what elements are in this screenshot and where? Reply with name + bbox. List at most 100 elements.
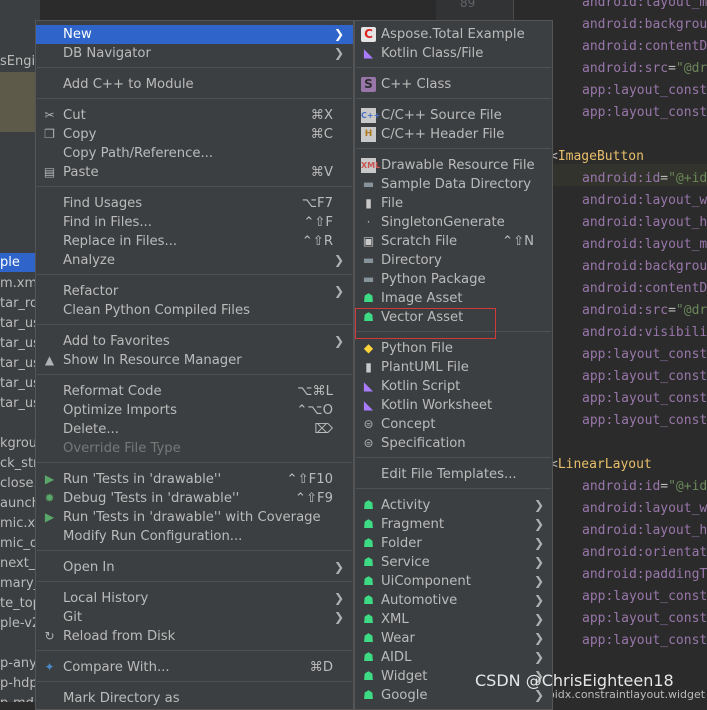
tree-item[interactable]: close.x (0, 474, 40, 493)
tree-item[interactable]: ck_str (0, 454, 38, 473)
menu-item-reformat[interactable]: Reformat Code ⌥⌘L (36, 382, 353, 401)
submenu-item-kotlin-class[interactable]: ◣ Kotlin Class/File (355, 44, 552, 63)
submenu-item-edit-templates[interactable]: Edit File Templates... (355, 465, 552, 484)
submenu-item-cpp-header[interactable]: H C/C++ Header File (355, 125, 552, 144)
menu-item-find-in-files[interactable]: Find in Files... ⌃⇧F (36, 213, 353, 232)
menu-item-add-favorites[interactable]: Add to Favorites ❯ (36, 332, 353, 351)
menu-item-debug-tests[interactable]: ✹ Debug 'Tests in 'drawable'' ⌃⇧F9 (36, 489, 353, 508)
android-icon: ☗ (363, 650, 374, 664)
tree-item[interactable]: tar_ro (0, 294, 38, 313)
submenu-item-concept[interactable]: ⊜ Concept (355, 415, 552, 434)
android-icon: ☗ (363, 631, 374, 645)
tree-item[interactable]: tar_us (0, 334, 40, 353)
specification-icon: ⊜ (363, 436, 374, 450)
menu-item-modify-run-config[interactable]: Modify Run Configuration... (36, 527, 353, 546)
cpp-source-icon: C++ (361, 108, 380, 123)
menu-item-copy-path[interactable]: Copy Path/Reference... (36, 144, 353, 163)
tree-item[interactable]: next_s (0, 554, 40, 573)
tree-item[interactable]: mary_ (0, 574, 40, 593)
tree-item[interactable]: aunch (0, 494, 40, 513)
submenu-item-singleton[interactable]: · SingletonGenerate (355, 213, 552, 232)
submenu-item-label: Automotive (381, 593, 458, 608)
attr-name: app:layout_const (582, 633, 707, 648)
submenu-item-wear[interactable]: ☗ Wear ❯ (355, 629, 552, 648)
menu-separator (356, 67, 551, 68)
submenu-item-automotive[interactable]: ☗ Automotive ❯ (355, 591, 552, 610)
menu-item-clean-python[interactable]: Clean Python Compiled Files (36, 301, 353, 320)
menu-item-copy[interactable]: ❐ Copy ⌘C (36, 125, 353, 144)
shortcut: ⌃⇧F (303, 215, 333, 230)
menu-item-mark-directory[interactable]: Mark Directory as (36, 689, 353, 708)
submenu-item-xml[interactable]: ☗ XML ❯ (355, 610, 552, 629)
menu-item-local-history[interactable]: Local History ❯ (36, 589, 353, 608)
menu-item-find-usages[interactable]: Find Usages ⌥F7 (36, 194, 353, 213)
attr-name: app:layout_const (582, 83, 707, 98)
tree-item[interactable]: m.xml (0, 274, 40, 293)
chevron-right-icon: ❯ (333, 610, 344, 624)
menu-item-optimize-imports[interactable]: Optimize Imports ⌃⌥O (36, 401, 353, 420)
tree-item[interactable]: sEngin (0, 52, 40, 71)
submenu-item-activity[interactable]: ☗ Activity ❯ (355, 496, 552, 515)
clipboard-icon: ▤ (43, 165, 56, 179)
shortcut: ⌥F7 (301, 196, 333, 211)
submenu-item-aidl[interactable]: ☗ AIDL ❯ (355, 648, 552, 667)
submenu-item-sample-data[interactable]: ▬ Sample Data Directory (355, 175, 552, 194)
submenu-item-python-package[interactable]: ▬ Python Package (355, 270, 552, 289)
submenu-item-scratch[interactable]: ▣ Scratch File ⌃⇧N (355, 232, 552, 251)
submenu-item-specification[interactable]: ⊜ Specification (355, 434, 552, 453)
tree-item[interactable]: mic.xr (0, 514, 40, 533)
menu-item-run-coverage[interactable]: ▶ Run 'Tests in 'drawable'' with Coverage (36, 508, 353, 527)
menu-item-run-tests[interactable]: ▶ Run 'Tests in 'drawable'' ⌃⇧F10 (36, 470, 353, 489)
tree-item[interactable]: tar_us (0, 354, 40, 373)
submenu-item-cpp-source[interactable]: C++ C/C++ Source File (355, 106, 552, 125)
aspose-icon: C (361, 27, 376, 42)
tree-item[interactable]: p-mdp (0, 694, 40, 702)
tree-item[interactable]: ple-v2 (0, 614, 40, 633)
menu-separator (37, 324, 352, 325)
menu-item-paste[interactable]: ▤ Paste ⌘V (36, 163, 353, 182)
submenu-item-fragment[interactable]: ☗ Fragment ❯ (355, 515, 552, 534)
menu-item-reload-disk[interactable]: ↻ Reload from Disk (36, 627, 353, 646)
menu-item-compare-with[interactable]: ✦ Compare With... ⌘D (36, 658, 353, 677)
submenu-item-kotlin-script[interactable]: ◣ Kotlin Script (355, 377, 552, 396)
submenu-item-file[interactable]: ▮ File (355, 194, 552, 213)
tree-item[interactable]: tar_us (0, 314, 40, 333)
menu-item-git[interactable]: Git ❯ (36, 608, 353, 627)
submenu-item-image-asset[interactable]: ☗ Image Asset (355, 289, 552, 308)
submenu-item-label: Sample Data Directory (381, 177, 532, 192)
submenu-item-drawable-resource[interactable]: XML Drawable Resource File (355, 156, 552, 175)
tree-item[interactable]: tar_us (0, 374, 40, 393)
submenu-item-folder[interactable]: ☗ Folder ❯ (355, 534, 552, 553)
tree-item[interactable]: te_top (0, 594, 40, 613)
menu-item-open-in[interactable]: Open In ❯ (36, 558, 353, 577)
submenu-item-aspose[interactable]: C Aspose.Total Example (355, 25, 552, 44)
tree-item[interactable]: ple (0, 253, 20, 272)
menu-item-add-cpp[interactable]: Add C++ to Module (36, 75, 353, 94)
scratch-file-icon: ▣ (362, 234, 375, 248)
code-attr-line: android:layout_m (582, 0, 707, 14)
submenu-item-cpp-class[interactable]: S C++ Class (355, 75, 552, 94)
menu-item-new[interactable]: New ❯ (36, 25, 353, 44)
tree-item[interactable]: kgrou (0, 434, 37, 453)
context-menu: New ❯ DB Navigator ❯ Add C++ to Module ✂ Cu… (35, 20, 354, 710)
menu-item-cut[interactable]: ✂ Cut ⌘X (36, 106, 353, 125)
tree-item[interactable]: p-hdp (0, 674, 38, 693)
submenu-item-service[interactable]: ☗ Service ❯ (355, 553, 552, 572)
submenu-item-plantuml[interactable]: ▮ PlantUML File (355, 358, 552, 377)
submenu-item-uicomponent[interactable]: ☗ UiComponent ❯ (355, 572, 552, 591)
menu-item-label: Cut (63, 108, 86, 123)
menu-item-refactor[interactable]: Refactor ❯ (36, 282, 353, 301)
tree-item[interactable]: p-any (0, 654, 37, 673)
submenu-item-kotlin-worksheet[interactable]: ◣ Kotlin Worksheet (355, 396, 552, 415)
menu-item-analyze[interactable]: Analyze ❯ (36, 251, 353, 270)
tree-item[interactable]: mic_ot (0, 534, 40, 553)
menu-item-delete[interactable]: Delete... ⌦ (36, 420, 353, 439)
tree-item[interactable]: tar_us (0, 394, 40, 413)
submenu-item-label: Kotlin Class/File (381, 46, 484, 61)
chevron-right-icon: ❯ (333, 591, 344, 605)
submenu-item-directory[interactable]: ▬ Directory (355, 251, 552, 270)
menu-item-show-resource-manager[interactable]: ▲ Show In Resource Manager (36, 351, 353, 370)
menu-item-db-navigator[interactable]: DB Navigator ❯ (36, 44, 353, 63)
menu-item-replace-in-files[interactable]: Replace in Files... ⌃⇧R (36, 232, 353, 251)
submenu-item-python-file[interactable]: ◆ Python File (355, 339, 552, 358)
